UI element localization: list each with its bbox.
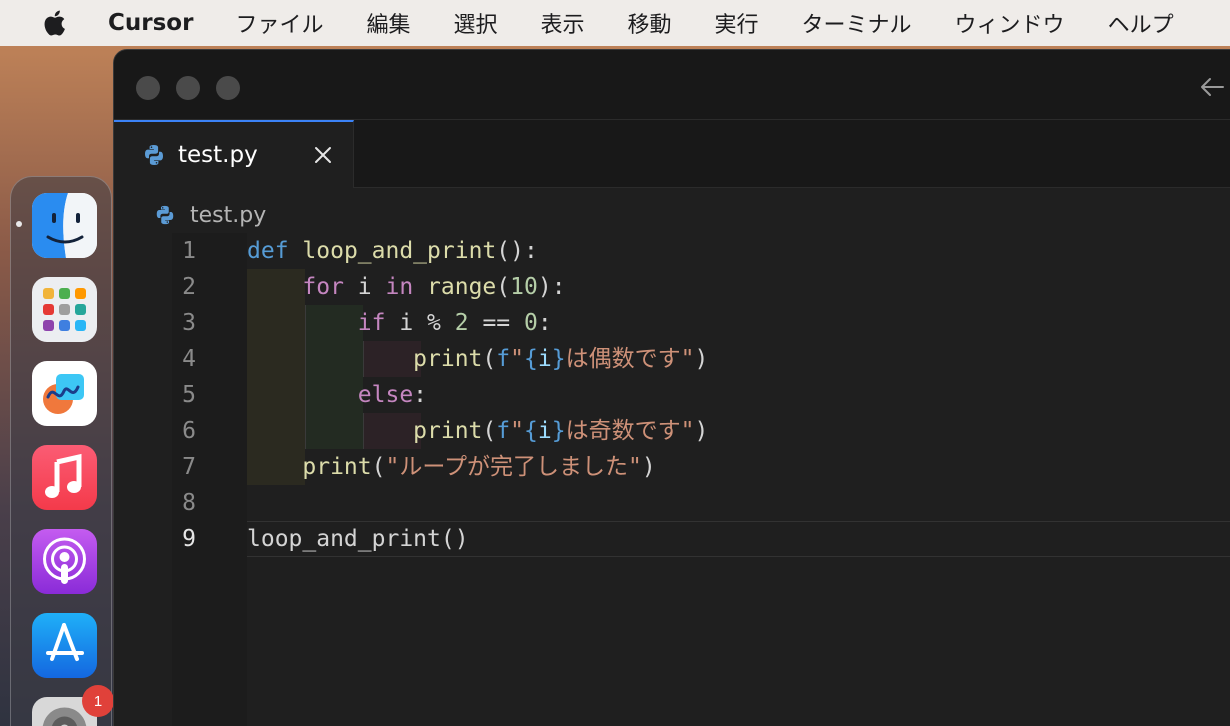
code-line: 6 print(f"{i}は奇数です")	[114, 413, 1230, 449]
line-number: 9	[182, 526, 196, 552]
code-text: def loop_and_print():	[247, 238, 538, 264]
menu-edit[interactable]: 編集	[366, 7, 410, 39]
code-line: 3 if i % 2 == 0:	[114, 305, 1230, 341]
menu-bar: Cursor ファイル 編集 選択 表示 移動 実行 ターミナル ウィンドウ ヘ…	[0, 0, 1230, 46]
launchpad-icon[interactable]	[32, 277, 97, 342]
music-icon[interactable]	[32, 445, 97, 510]
running-indicator	[16, 221, 22, 227]
line-number: 5	[182, 382, 196, 408]
python-file-icon	[156, 205, 174, 225]
menu-help[interactable]: ヘルプ	[1108, 7, 1174, 39]
app-store-icon[interactable]	[32, 613, 97, 678]
line-number: 1	[182, 238, 196, 264]
line-number: 8	[182, 490, 196, 516]
code-text: loop_and_print()	[247, 526, 469, 552]
code-editor[interactable]: 1 def loop_and_print(): 2 for i in range…	[114, 233, 1230, 726]
tab-test-py[interactable]: test.py	[114, 120, 354, 188]
code-text: else:	[357, 382, 428, 408]
menu-file[interactable]: ファイル	[235, 7, 323, 39]
freeform-icon[interactable]	[32, 361, 97, 426]
breadcrumb-file[interactable]: test.py	[190, 203, 266, 228]
back-arrow-icon[interactable]	[1197, 72, 1227, 102]
dock: 1	[10, 176, 114, 726]
tab-label: test.py	[178, 142, 258, 168]
code-line: 5 else:	[114, 377, 1230, 413]
menu-terminal[interactable]: ターミナル	[802, 7, 912, 39]
code-text: print(f"{i}は奇数です")	[413, 418, 709, 444]
code-line-active: 9 loop_and_print()	[114, 521, 1230, 557]
podcasts-icon[interactable]	[32, 529, 97, 594]
finder-icon[interactable]	[32, 193, 97, 258]
code-line: 8	[114, 485, 1230, 521]
menu-selection[interactable]: 選択	[453, 7, 497, 39]
maximize-window-button[interactable]	[216, 76, 240, 100]
line-number: 7	[182, 454, 196, 480]
menu-go[interactable]: 移動	[628, 7, 672, 39]
code-line: 4 print(f"{i}は偶数です")	[114, 341, 1230, 377]
menu-window[interactable]: ウィンドウ	[955, 7, 1065, 39]
line-number: 3	[182, 310, 196, 336]
close-tab-icon[interactable]	[312, 144, 334, 166]
code-text: print("ループが完了しました")	[302, 454, 656, 480]
menu-view[interactable]: 表示	[540, 7, 584, 39]
line-number: 2	[182, 274, 196, 300]
code-line: 1 def loop_and_print():	[114, 233, 1230, 269]
tab-bar: test.py	[114, 120, 1230, 188]
minimize-window-button[interactable]	[176, 76, 200, 100]
title-bar	[114, 50, 1230, 120]
code-line: 2 for i in range(10):	[114, 269, 1230, 305]
code-text: for i in range(10):	[302, 274, 566, 300]
python-file-icon	[145, 145, 163, 165]
menu-run[interactable]: 実行	[715, 7, 759, 39]
breadcrumb[interactable]: test.py	[154, 200, 266, 230]
code-text: print(f"{i}は偶数です")	[413, 346, 709, 372]
notification-badge: 1	[82, 685, 114, 717]
apple-logo-icon[interactable]	[42, 9, 66, 37]
line-number: 4	[182, 346, 196, 372]
code-line: 7 print("ループが完了しました")	[114, 449, 1230, 485]
close-window-button[interactable]	[136, 76, 160, 100]
line-number: 6	[182, 418, 196, 444]
code-text: if i % 2 == 0:	[357, 310, 552, 336]
app-name-menu[interactable]: Cursor	[108, 10, 193, 36]
editor-window: test.py test.py 1 def loop_and_print(): …	[113, 49, 1230, 726]
